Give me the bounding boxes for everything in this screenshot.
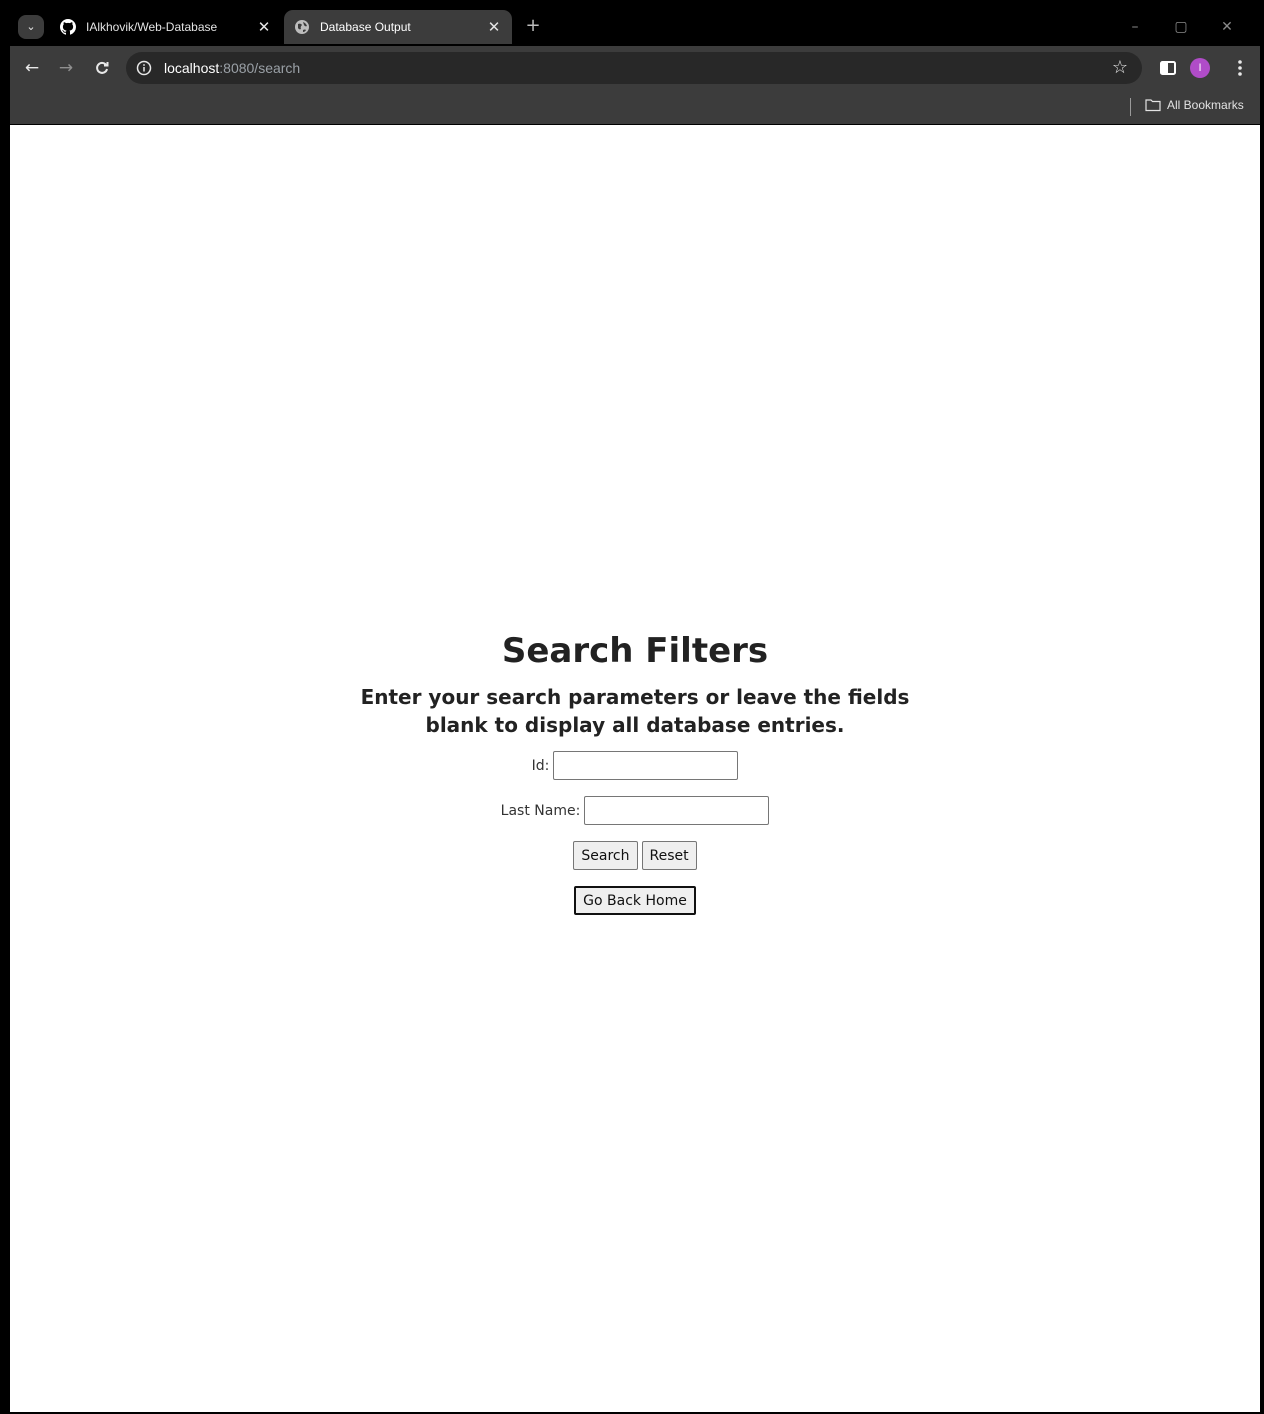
info-icon[interactable] xyxy=(136,60,152,76)
maximize-icon[interactable]: ▢ xyxy=(1158,14,1204,40)
address-bar[interactable]: localhost:8080/search ☆ xyxy=(126,52,1142,84)
bookmarks-bar: All Bookmarks xyxy=(10,90,1260,124)
minimize-icon[interactable]: – xyxy=(1112,14,1158,40)
bookmarks-divider xyxy=(1130,98,1131,116)
browser-window: ⌄ IAlkhovik/Web-Database ✕ Database Outp… xyxy=(0,0,1264,1414)
tab-database-output[interactable]: Database Output ✕ xyxy=(284,10,512,44)
side-panel-icon[interactable] xyxy=(1156,56,1180,80)
folder-icon xyxy=(1145,99,1161,112)
github-icon xyxy=(60,19,76,35)
search-button[interactable]: Search xyxy=(573,841,638,870)
last-name-label: Last Name: xyxy=(500,802,581,819)
last-name-field-row: Last Name: xyxy=(10,796,1260,825)
window-controls: – ▢ ✕ xyxy=(1112,14,1250,40)
close-window-icon[interactable]: ✕ xyxy=(1204,14,1250,40)
tab-strip: ⌄ IAlkhovik/Web-Database ✕ Database Outp… xyxy=(10,6,1260,46)
page-title: Search Filters xyxy=(501,631,769,671)
last-name-input[interactable] xyxy=(584,796,770,825)
chevron-down-icon: ⌄ xyxy=(26,20,36,33)
star-icon[interactable]: ☆ xyxy=(1108,56,1132,80)
url-path: :8080/search xyxy=(219,60,301,76)
search-form: Search Filters Enter your search paramet… xyxy=(10,629,1260,915)
id-input[interactable] xyxy=(553,751,739,780)
plus-icon: + xyxy=(525,15,541,36)
id-field-row: Id: xyxy=(10,751,1260,780)
all-bookmarks-label: All Bookmarks xyxy=(1167,98,1244,112)
tab-title: Database Output xyxy=(320,20,411,34)
profile-avatar[interactable]: I xyxy=(1190,58,1210,78)
tab-github[interactable]: IAlkhovik/Web-Database ✕ xyxy=(50,10,282,44)
id-label: Id: xyxy=(531,757,550,774)
reset-button[interactable]: Reset xyxy=(641,841,697,870)
page-content: Search Filters Enter your search paramet… xyxy=(10,125,1260,1412)
go-back-home-button[interactable]: Go Back Home xyxy=(574,886,696,915)
more-menu-icon[interactable] xyxy=(1228,56,1252,80)
tab-title: IAlkhovik/Web-Database xyxy=(86,20,218,34)
all-bookmarks-button[interactable]: All Bookmarks xyxy=(1145,90,1244,120)
url-host: localhost xyxy=(164,60,220,76)
home-actions: Go Back Home xyxy=(10,886,1260,915)
form-actions: Search Reset xyxy=(10,841,1260,870)
tab-search-button[interactable]: ⌄ xyxy=(18,15,44,39)
browser-toolbar: ← → localhost:8080/search ☆ I xyxy=(10,46,1260,90)
close-icon[interactable]: ✕ xyxy=(256,18,272,36)
globe-icon xyxy=(295,20,309,34)
forward-icon[interactable]: → xyxy=(54,56,78,80)
reload-icon[interactable] xyxy=(90,56,114,80)
close-icon[interactable]: ✕ xyxy=(486,18,502,36)
back-icon[interactable]: ← xyxy=(20,56,44,80)
page-subtitle: Enter your search parameters or leave th… xyxy=(360,685,910,737)
new-tab-button[interactable]: + xyxy=(520,15,546,39)
url-text[interactable]: localhost:8080/search xyxy=(164,52,1064,84)
